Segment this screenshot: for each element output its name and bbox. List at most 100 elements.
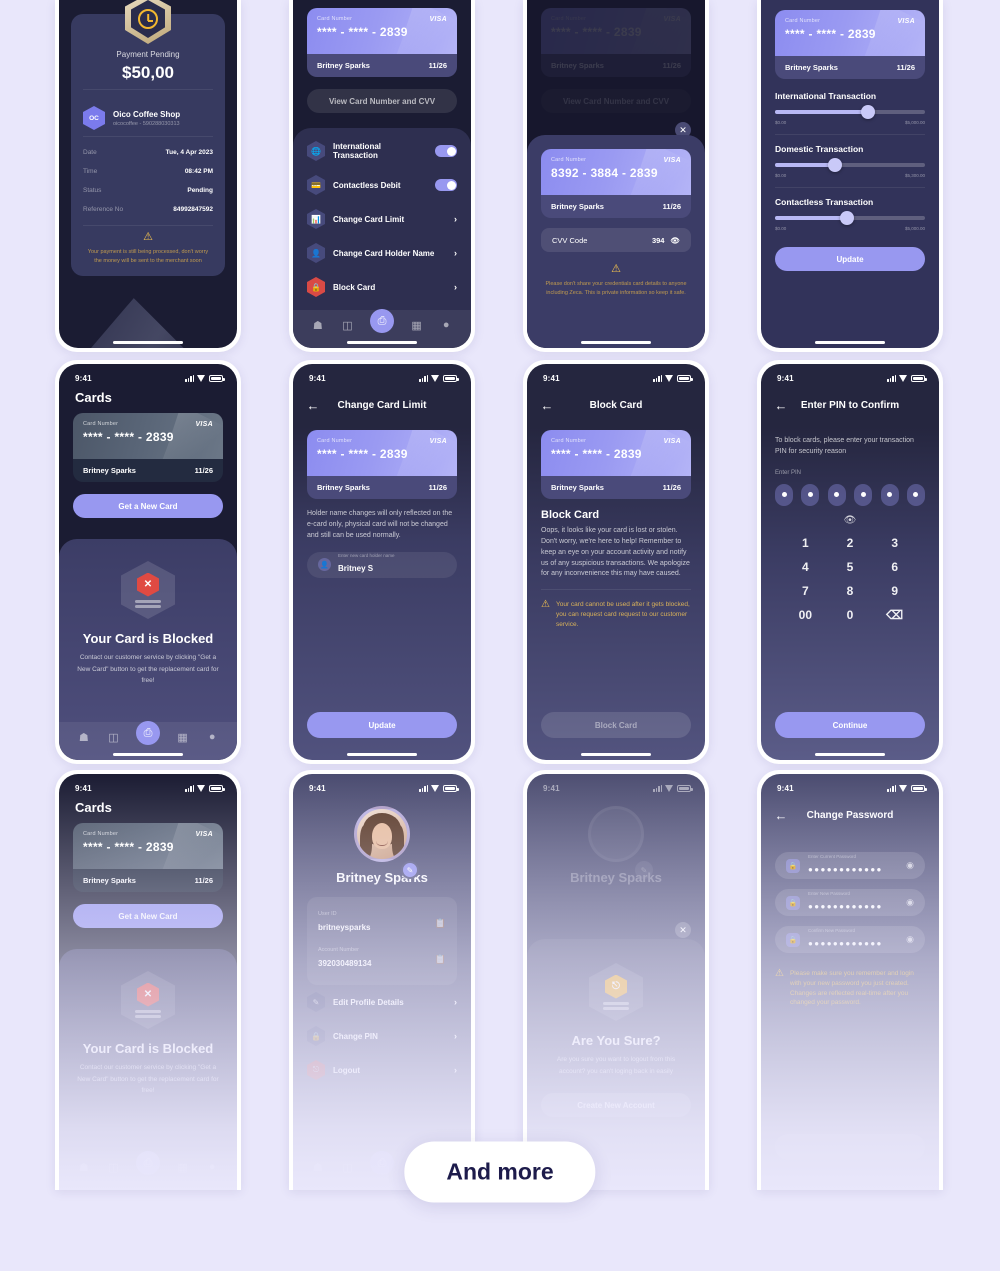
row-key: Status bbox=[83, 187, 102, 194]
setting-row-block-card[interactable]: 🔒 Block Card › bbox=[293, 270, 471, 304]
contactless-debit-toggle[interactable] bbox=[435, 179, 457, 191]
pin-digit[interactable] bbox=[775, 483, 793, 506]
cards-icon[interactable]: ▦ bbox=[410, 318, 424, 332]
scan-icon[interactable]: ⎙ bbox=[369, 309, 394, 333]
home-indicator[interactable] bbox=[581, 753, 651, 756]
copy-icon[interactable]: 📋 bbox=[435, 954, 446, 965]
scan-icon[interactable]: ⎙ bbox=[369, 1151, 394, 1175]
home-indicator[interactable] bbox=[815, 753, 885, 756]
arrow-left-icon[interactable]: ← bbox=[305, 397, 321, 413]
get-new-card-button[interactable]: Get a New Card bbox=[73, 904, 223, 928]
home-indicator[interactable] bbox=[347, 753, 417, 756]
continue-button[interactable]: Continue bbox=[775, 712, 925, 738]
create-new-account-button[interactable]: Create New Account bbox=[541, 1093, 691, 1118]
home-indicator[interactable] bbox=[815, 341, 885, 344]
mockup-cell-view-card-cvv: VISA Card Number **** - **** - 2839 Brit… bbox=[523, 0, 709, 352]
update-button[interactable]: Update bbox=[775, 247, 925, 271]
international-transaction-toggle[interactable] bbox=[435, 145, 457, 157]
cards-icon[interactable]: ▦ bbox=[176, 730, 190, 744]
key-1[interactable]: 1 bbox=[783, 536, 828, 550]
eye-icon[interactable]: 👁 bbox=[761, 515, 939, 526]
arrow-left-icon[interactable]: ← bbox=[539, 397, 555, 413]
profile-icon[interactable]: ● bbox=[439, 318, 453, 332]
warning-triangle-icon: ⚠ bbox=[775, 968, 784, 979]
eye-off-icon[interactable]: 👁 bbox=[670, 236, 680, 245]
key-0[interactable]: 0 bbox=[828, 608, 873, 622]
scan-icon[interactable]: ⎙ bbox=[135, 721, 160, 745]
screen-card-limit-sliders: VISA Card Number **** - **** - 2839 Brit… bbox=[761, 0, 939, 348]
key-8[interactable]: 8 bbox=[828, 584, 873, 598]
slider-international-transaction: International Transaction $0.00 $5,000.0… bbox=[761, 91, 939, 125]
home-icon[interactable]: ☗ bbox=[77, 1160, 91, 1174]
slider-knob[interactable] bbox=[828, 158, 842, 172]
profile-icon[interactable]: ● bbox=[205, 1160, 219, 1174]
setting-row-contactless-debit[interactable]: 💳 Contactless Debit bbox=[293, 168, 471, 202]
arrow-left-icon[interactable]: ← bbox=[773, 397, 789, 413]
home-icon[interactable]: ☗ bbox=[311, 318, 325, 332]
phone-change-card-limit: 9:41 ← Change Card Limit VISA Card Numbe… bbox=[289, 360, 475, 764]
status-bar: 9:41 bbox=[527, 364, 705, 388]
slider-track[interactable] bbox=[775, 211, 925, 225]
scan-icon[interactable]: ⎙ bbox=[135, 1151, 160, 1175]
key-4[interactable]: 4 bbox=[783, 560, 828, 574]
pin-digit[interactable] bbox=[854, 483, 873, 506]
key-2[interactable]: 2 bbox=[828, 536, 873, 550]
transactions-icon[interactable]: ◫ bbox=[340, 1160, 354, 1174]
current-password-field[interactable]: 🔒 Enter Current Password ●●●●●●●●●●●● ◉ bbox=[775, 852, 925, 879]
key-3[interactable]: 3 bbox=[872, 536, 917, 550]
key-6[interactable]: 6 bbox=[872, 560, 917, 574]
key-9[interactable]: 9 bbox=[872, 584, 917, 598]
pencil-icon[interactable]: ✎ bbox=[401, 861, 419, 879]
menu-item-logout[interactable]: ⎋ Logout › bbox=[293, 1053, 471, 1087]
eye-icon[interactable]: ◉ bbox=[906, 897, 914, 908]
backspace-icon[interactable]: ⌫ bbox=[872, 608, 917, 622]
arrow-left-icon[interactable]: ← bbox=[773, 807, 789, 823]
menu-item-change-pin[interactable]: 🔒 Change PIN › bbox=[293, 1019, 471, 1053]
eye-icon[interactable]: ◉ bbox=[906, 860, 914, 871]
home-indicator[interactable] bbox=[113, 341, 183, 344]
key-00[interactable]: 00 bbox=[783, 608, 828, 622]
update-button[interactable]: Update bbox=[307, 712, 457, 738]
transactions-icon[interactable]: ◫ bbox=[340, 318, 354, 332]
slider-track[interactable] bbox=[775, 105, 925, 119]
home-indicator[interactable] bbox=[347, 341, 417, 344]
pin-input[interactable] bbox=[761, 483, 939, 506]
get-new-card-button[interactable]: Get a New Card bbox=[73, 494, 223, 518]
slider-knob[interactable] bbox=[840, 211, 854, 225]
cards-icon[interactable]: ▦ bbox=[176, 1160, 190, 1174]
cvv-row[interactable]: CVV Code 394 👁 bbox=[541, 228, 691, 252]
menu-item-edit-profile-details[interactable]: ✎ Edit Profile Details › bbox=[293, 985, 471, 1019]
submit-button[interactable] bbox=[775, 1134, 925, 1160]
pin-digit[interactable] bbox=[880, 483, 899, 506]
transactions-icon[interactable]: ◫ bbox=[106, 1160, 120, 1174]
block-card-button[interactable]: Block Card bbox=[541, 712, 691, 738]
transactions-icon[interactable]: ◫ bbox=[106, 730, 120, 744]
pin-digit[interactable] bbox=[827, 483, 846, 506]
confirm-password-field[interactable]: 🔒 Confirm New Password ●●●●●●●●●●●● ◉ bbox=[775, 926, 925, 953]
close-icon[interactable]: ✕ bbox=[675, 922, 691, 938]
slider-knob[interactable] bbox=[861, 105, 875, 119]
profile-icon[interactable]: ● bbox=[205, 730, 219, 744]
home-indicator[interactable] bbox=[113, 753, 183, 756]
setting-row-change-card-holder-name[interactable]: 👤 Change Card Holder Name › bbox=[293, 236, 471, 270]
eye-icon[interactable]: ◉ bbox=[906, 934, 914, 945]
payment-receipt: Payment Pending $50,00 OC Oico Coffee Sh… bbox=[71, 0, 225, 276]
new-password-field[interactable]: 🔒 Enter New Password ●●●●●●●●●●●● ◉ bbox=[775, 889, 925, 916]
credit-card[interactable]: VISA Card Number **** - **** - 2839 Brit… bbox=[307, 8, 457, 77]
key-7[interactable]: 7 bbox=[783, 584, 828, 598]
pin-digit[interactable] bbox=[801, 483, 820, 506]
copy-icon[interactable]: 📋 bbox=[435, 918, 446, 929]
setting-row-change-card-limit[interactable]: 📊 Change Card Limit › bbox=[293, 202, 471, 236]
key-5[interactable]: 5 bbox=[828, 560, 873, 574]
home-icon[interactable]: ☗ bbox=[311, 1160, 325, 1174]
pin-digit[interactable] bbox=[906, 483, 925, 506]
home-icon[interactable]: ☗ bbox=[77, 730, 91, 744]
card-holder-name-input[interactable]: 👤 Enter new card holder name Britney S bbox=[307, 551, 457, 578]
credit-card[interactable]: VISA Card Number **** - **** - 2839 Brit… bbox=[73, 823, 223, 892]
view-card-cvv-button[interactable]: View Card Number and CVV bbox=[307, 89, 457, 113]
setting-row-international-transaction[interactable]: 🌐 International Transaction bbox=[293, 134, 471, 168]
credit-card[interactable]: VISA Card Number **** - **** - 2839 Brit… bbox=[73, 413, 223, 482]
field-value: ●●●●●●●●●●●● bbox=[808, 902, 883, 911]
slider-track[interactable] bbox=[775, 158, 925, 172]
home-indicator[interactable] bbox=[581, 341, 651, 344]
